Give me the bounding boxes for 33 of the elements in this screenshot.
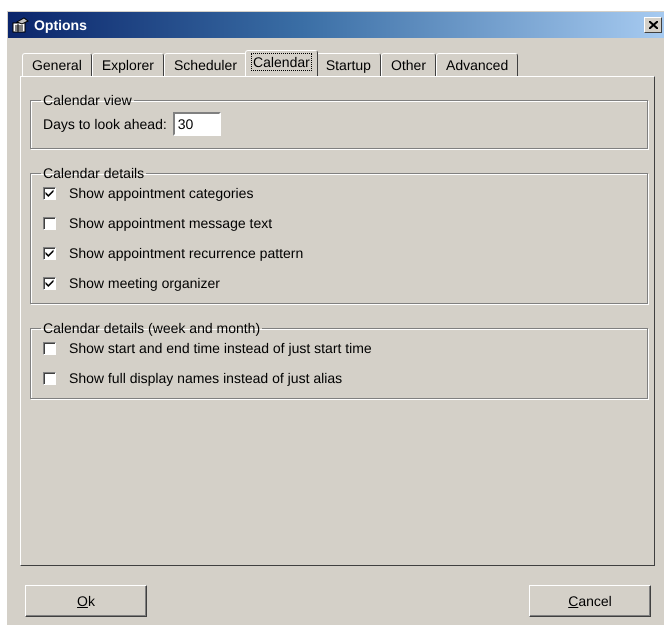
checkbox[interactable] [43, 372, 56, 384]
checkmark-icon [45, 189, 54, 197]
checkbox-label[interactable]: Show full display names instead of just alias [69, 370, 342, 386]
group-title: Calendar details [42, 165, 146, 181]
checkbox[interactable] [43, 276, 56, 290]
checkbox-label[interactable]: Show appointment categories [69, 185, 254, 201]
days-input-field[interactable]: 30 [172, 112, 221, 136]
tab[interactable]: Explorer [92, 53, 164, 76]
ok-button[interactable]: Ok [25, 585, 147, 617]
tab[interactable]: Other [380, 53, 436, 76]
group-title: Calendar details (week and month) [42, 320, 262, 336]
window-title: Options [34, 17, 88, 33]
checkmark-icon [45, 249, 54, 257]
checkbox[interactable] [43, 246, 56, 260]
tab[interactable]: General [22, 53, 92, 76]
close-button[interactable] [644, 17, 662, 33]
checkbox-label[interactable]: Show appointment message text [69, 215, 272, 231]
group-title: Calendar view [42, 92, 133, 108]
tab[interactable]: Calendar [245, 50, 318, 76]
close-icon [648, 21, 658, 29]
checkbox[interactable] [43, 342, 56, 354]
tab[interactable]: Advanced [436, 53, 518, 76]
checkbox[interactable] [43, 186, 56, 200]
tab[interactable]: Startup [316, 53, 381, 76]
checkbox[interactable] [43, 216, 56, 230]
checkbox-label[interactable]: Show meeting organizer [69, 275, 220, 291]
checkbox-label[interactable]: Show start and end time instead of just start time [69, 340, 372, 356]
checkmark-icon [45, 279, 54, 287]
tab[interactable]: Scheduler [164, 53, 247, 76]
cancel-button[interactable]: Cancel [529, 585, 651, 617]
checkbox-label[interactable]: Show appointment recurrence pattern [69, 245, 304, 261]
window-icon [12, 17, 29, 33]
field-label: Days to look ahead: [43, 116, 167, 132]
